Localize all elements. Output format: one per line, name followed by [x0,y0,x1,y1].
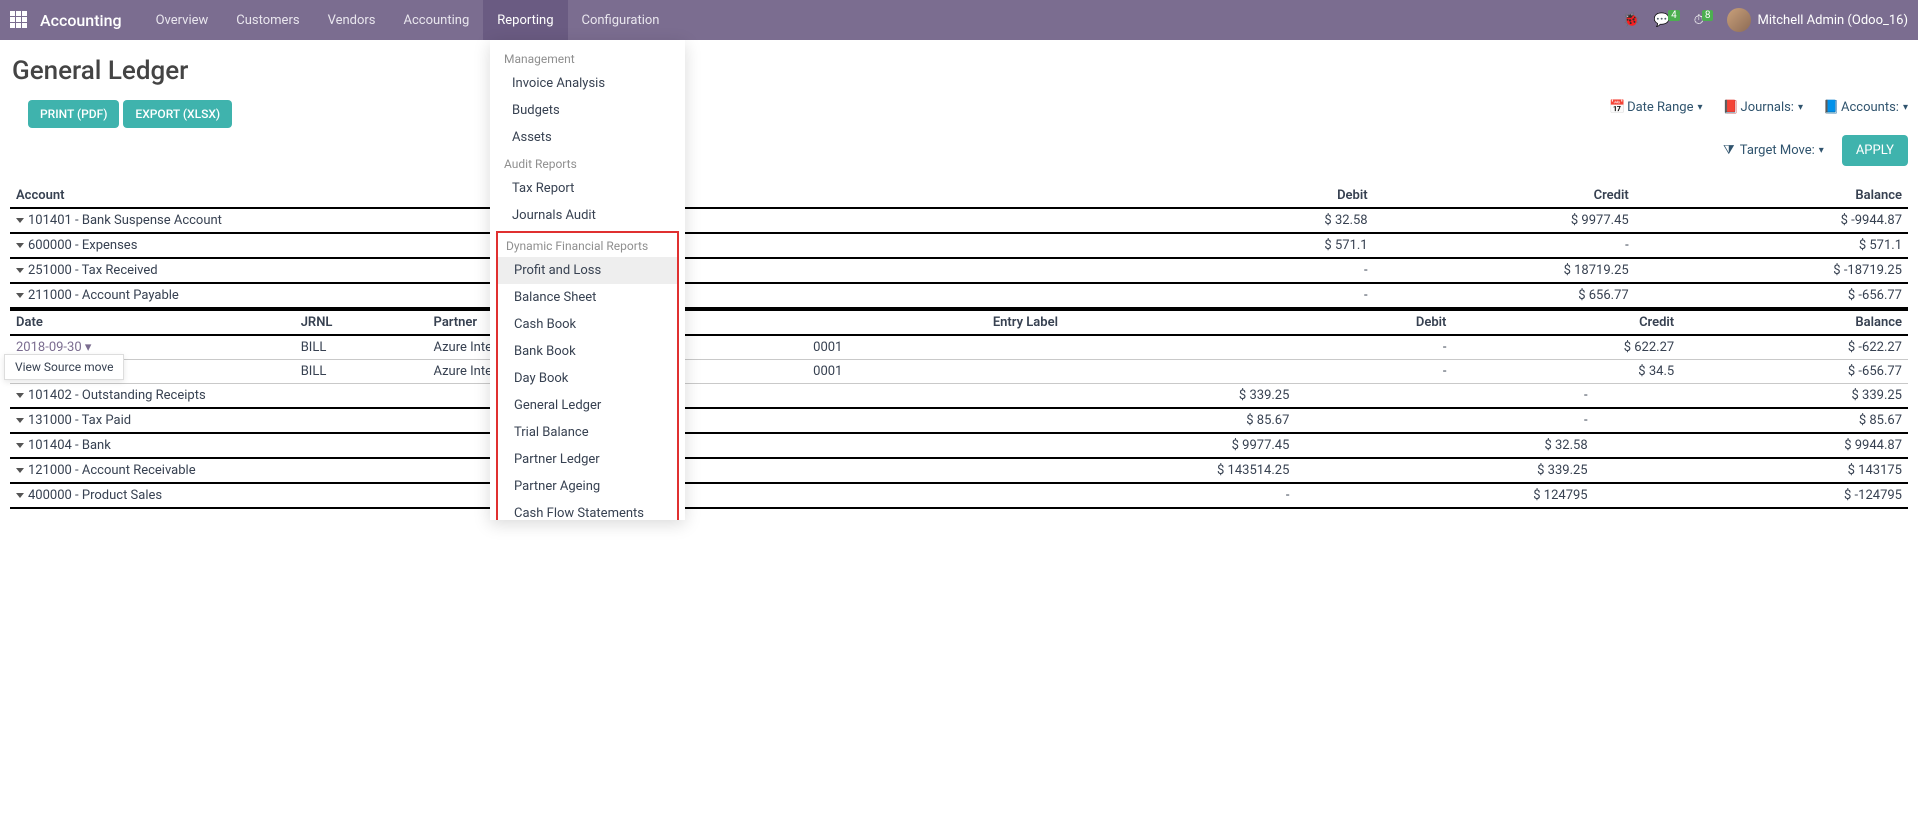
user-name: Mitchell Admin (Odoo_16) [1757,13,1908,28]
dropdown-item[interactable]: General Ledger [498,392,677,419]
bug-icon[interactable]: 🐞 [1622,12,1639,28]
calendar-icon: 📅 [1609,100,1623,115]
clock-badge: 8 [1702,10,1714,21]
ledger-table-2: 101402 - Outstanding Receipts$ 339.25-$ … [10,384,1908,509]
th-entry-label: Entry Label [807,310,1244,335]
dropdown-section: Management [490,46,685,70]
nav-item-overview[interactable]: Overview [142,0,223,40]
chevron-down-icon [16,468,24,473]
chevron-down-icon [16,418,24,423]
nav-item-vendors[interactable]: Vendors [314,0,390,40]
clock-icon[interactable]: ⏱8 [1694,13,1714,28]
chevron-down-icon [16,243,24,248]
nav-right: 🐞 💬4 ⏱8 Mitchell Admin (Odoo_16) [1622,8,1908,32]
nav-item-customers[interactable]: Customers [222,0,313,40]
dropdown-item[interactable]: Invoice Analysis [490,70,685,97]
export-xlsx-button[interactable]: EXPORT (XLSX) [123,100,232,128]
table-row[interactable]: 251000 - Tax Received-$ 18719.25$ -18719… [10,258,1908,283]
top-navbar: Accounting OverviewCustomersVendorsAccou… [0,0,1918,40]
dropdown-item[interactable]: Partner Ageing [498,473,677,500]
avatar [1727,8,1751,32]
entry-row[interactable]: BILLAzure Interior0001-$ 34.5$ -656.77 [10,360,1908,384]
chevron-down-icon [16,218,24,223]
chevron-down-icon [16,393,24,398]
chevron-down-icon [16,493,24,498]
dropdown-section: Dynamic Financial Reports [498,233,677,257]
book-icon: 📘 [1823,100,1837,115]
apply-button[interactable]: APPLY [1842,135,1908,166]
dropdown-section: Audit Reports [490,151,685,175]
reporting-dropdown: ManagementInvoice AnalysisBudgetsAssetsA… [490,40,685,520]
dropdown-item[interactable]: Cash Book [498,311,677,338]
dropdown-item[interactable]: Budgets [490,97,685,124]
filter-icon: ⧩ [1722,143,1736,158]
chat-badge: 4 [1668,10,1680,21]
toolbar: PRINT (PDF) EXPORT (XLSX) 📅Date Range▾ 📕… [10,100,1908,166]
dropdown-item[interactable]: Partner Ledger [498,446,677,473]
table-row[interactable]: 600000 - Expenses$ 571.1-$ 571.1 [10,233,1908,258]
dropdown-item[interactable]: Journals Audit [490,202,685,229]
app-brand[interactable]: Accounting [40,11,122,30]
dropdown-item[interactable]: Trial Balance [498,419,677,446]
table-row[interactable]: 101401 - Bank Suspense Account$ 32.58$ 9… [10,208,1908,233]
user-menu[interactable]: Mitchell Admin (Odoo_16) [1727,8,1908,32]
dropdown-item[interactable]: Balance Sheet [498,284,677,311]
entry-row[interactable]: 2018-09-30 ▾BILLAzure Interior0001-$ 622… [10,335,1908,360]
chevron-down-icon [16,443,24,448]
dropdown-item[interactable]: Profit and Loss [498,257,677,284]
dropdown-item[interactable]: Tax Report [490,175,685,202]
filter-journals[interactable]: 📕Journals:▾ [1723,100,1803,115]
th-credit: Credit [1374,184,1635,208]
table-row[interactable]: 101402 - Outstanding Receipts$ 339.25-$ … [10,384,1908,408]
print-pdf-button[interactable]: PRINT (PDF) [28,100,119,128]
page-content: General Ledger PRINT (PDF) EXPORT (XLSX)… [0,40,1918,509]
tooltip: View Source move [4,354,124,380]
dropdown-item[interactable]: Assets [490,124,685,151]
apps-icon[interactable] [10,11,28,29]
page-title: General Ledger [12,56,1908,86]
date-link[interactable]: 2018-09-30 ▾ [16,340,91,355]
th-debit2: Debit [1244,310,1453,335]
nav-item-reporting[interactable]: Reporting [483,0,567,40]
chevron-down-icon: ▾ [1698,102,1703,113]
table-row[interactable]: 400000 - Product Sales-$ 124795$ -124795 [10,483,1908,508]
dropdown-item[interactable]: Day Book [498,365,677,392]
th-date: Date [10,310,295,335]
table-row[interactable]: 211000 - Account Payable-$ 656.77$ -656.… [10,283,1908,308]
th-balance: Balance [1635,184,1908,208]
filters: 📅Date Range▾ 📕Journals:▾ 📘Accounts:▾ ⧩Ta… [1408,100,1908,166]
table-row[interactable]: 121000 - Account Receivable$ 143514.25$ … [10,458,1908,483]
filter-accounts[interactable]: 📘Accounts:▾ [1823,100,1908,115]
nav-items: OverviewCustomersVendorsAccountingReport… [142,0,674,40]
chat-icon[interactable]: 💬4 [1654,13,1680,28]
chevron-down-icon [16,268,24,273]
table-row[interactable]: 131000 - Tax Paid$ 85.67-$ 85.67 [10,408,1908,433]
nav-item-configuration[interactable]: Configuration [568,0,674,40]
chevron-down-icon: ▾ [1903,102,1908,113]
th-debit: Debit [1187,184,1374,208]
filter-target-move[interactable]: ⧩Target Move:▾ [1722,143,1824,158]
chevron-down-icon [16,293,24,298]
chevron-down-icon: ▾ [1798,102,1803,113]
dropdown-item[interactable]: Cash Flow Statements [498,500,677,520]
table-row[interactable]: 101404 - Bank$ 9977.45$ 32.58$ 9944.87 [10,433,1908,458]
th-balance2: Balance [1680,310,1908,335]
th-credit2: Credit [1452,310,1680,335]
action-buttons: PRINT (PDF) EXPORT (XLSX) [28,100,232,128]
ledger-table: Account Debit Credit Balance 101401 - Ba… [10,184,1908,309]
entries-table: Date JRNL Partner Entry Label Debit Cred… [10,309,1908,384]
nav-item-accounting[interactable]: Accounting [390,0,484,40]
chevron-down-icon: ▾ [1819,145,1824,156]
dropdown-item[interactable]: Bank Book [498,338,677,365]
th-jrnl: JRNL [295,310,428,335]
filter-date-range[interactable]: 📅Date Range▾ [1609,100,1702,115]
highlighted-section: Dynamic Financial ReportsProfit and Loss… [496,231,679,520]
book-icon: 📕 [1723,100,1737,115]
